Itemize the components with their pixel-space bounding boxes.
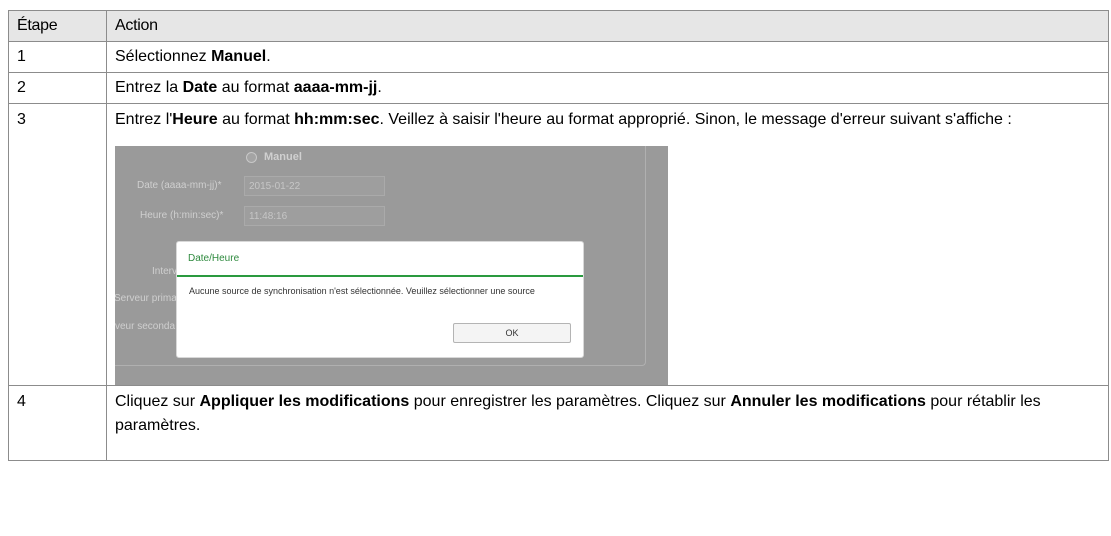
header-step: Étape — [8, 10, 107, 42]
dialog-title-underline — [177, 275, 583, 277]
manual-radio-label: Manuel — [264, 151, 302, 163]
action-keyword: Heure — [172, 111, 218, 128]
dialog-message: Aucune source de synchronisation n'est s… — [189, 286, 535, 296]
ok-button[interactable]: OK — [453, 323, 571, 343]
step-action: Cliquez sur Appliquer les modifications … — [106, 385, 1109, 461]
action-text: Cliquez sur — [115, 393, 200, 410]
table-row: 1 Sélectionnez Manuel. — [8, 41, 1109, 73]
error-screenshot: Manuel Date (aaaa-mm-jj)* 2015-01-22 Heu… — [115, 146, 668, 385]
date-label: Date (aaaa-mm-jj)* — [137, 180, 222, 191]
action-text: au format — [217, 79, 294, 96]
action-text: Entrez l' — [115, 111, 173, 128]
action-text: Entrez la — [115, 79, 183, 96]
action-keyword: aaaa-mm-jj — [293, 79, 378, 96]
step-number: 3 — [8, 103, 107, 386]
action-text: . — [377, 79, 382, 96]
action-text: Sélectionnez — [115, 48, 212, 65]
action-keyword: Date — [182, 79, 218, 96]
manual-radio-icon — [246, 152, 257, 163]
step-action-text: Entrez l'Heure au format hh:mm:sec. Veil… — [115, 108, 1100, 132]
secondary-server-label: veur seconda — [115, 321, 176, 332]
action-keyword: Manuel — [211, 48, 267, 65]
error-dialog: Date/Heure Aucune source de synchronisat… — [176, 241, 584, 358]
table-row: 2 Entrez la Date au format aaaa-mm-jj. — [8, 72, 1109, 104]
table-header-row: Étape Action — [8, 10, 1109, 42]
dialog-title: Date/Heure — [188, 253, 240, 264]
procedure-table: Étape Action 1 Sélectionnez Manuel. 2 En… — [8, 10, 1109, 461]
action-keyword: Annuler les modifications — [730, 393, 926, 410]
action-text: . — [266, 48, 271, 65]
step-number: 4 — [8, 385, 107, 461]
step-action: Entrez la Date au format aaaa-mm-jj. — [106, 72, 1109, 104]
action-keyword: Appliquer les modifications — [199, 393, 410, 410]
table-row: 4 Cliquez sur Appliquer les modification… — [8, 385, 1109, 461]
header-action: Action — [106, 10, 1109, 42]
table-row: 3 Entrez l'Heure au format hh:mm:sec. Ve… — [8, 103, 1109, 386]
step-number: 2 — [8, 72, 107, 104]
step-action: Sélectionnez Manuel. — [106, 41, 1109, 73]
action-text: au format — [217, 111, 295, 128]
step-action: Entrez l'Heure au format hh:mm:sec. Veil… — [106, 103, 1109, 386]
step-number: 1 — [8, 41, 107, 73]
time-input: 11:48:16 — [244, 206, 385, 226]
action-keyword: hh:mm:sec — [294, 111, 380, 128]
interval-label: Interv — [152, 266, 178, 277]
time-label: Heure (h:min:sec)* — [140, 210, 224, 221]
action-text: . Veillez à saisir l'heure au format app… — [379, 111, 1012, 128]
primary-server-label: Serveur primai — [115, 293, 180, 304]
date-input: 2015-01-22 — [244, 176, 385, 196]
action-text: pour enregistrer les paramètres. Cliquez… — [409, 393, 731, 410]
